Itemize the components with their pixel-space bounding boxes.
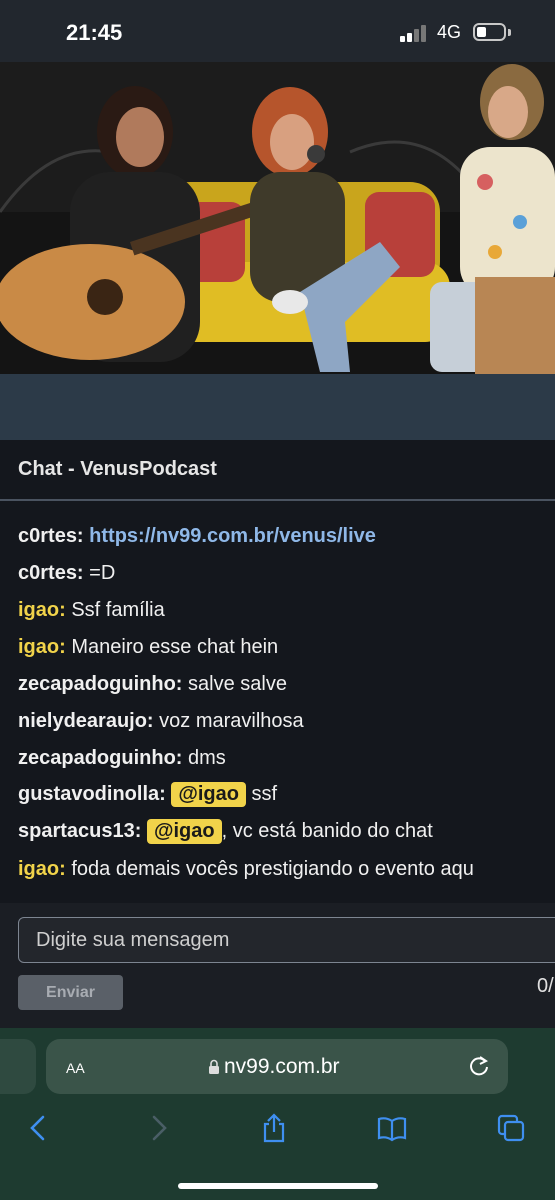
chat-message: c0rtes: =D bbox=[18, 562, 115, 585]
chat-message: spartacus13: @igao, vc está banido do ch… bbox=[18, 819, 433, 844]
forward-icon[interactable] bbox=[143, 1113, 173, 1143]
chat-text: foda demais vocês prestigiando o evento … bbox=[71, 858, 474, 880]
chat-message: nielydearaujo: voz maravilhosa bbox=[18, 710, 304, 733]
chat-message: igao: Maneiro esse chat hein bbox=[18, 636, 278, 659]
home-indicator bbox=[178, 1183, 378, 1189]
chat-mention[interactable]: @igao bbox=[171, 782, 246, 807]
chat-text: Ssf família bbox=[71, 599, 165, 621]
chat-text: Maneiro esse chat hein bbox=[71, 636, 279, 658]
share-icon[interactable] bbox=[259, 1113, 289, 1143]
chat-username[interactable]: gustavodinolla: bbox=[18, 783, 166, 805]
previous-tab[interactable] bbox=[0, 1039, 36, 1094]
char-counter: 0/ bbox=[537, 975, 554, 997]
chat-text: salve salve bbox=[188, 673, 287, 695]
chat-text: =D bbox=[89, 562, 116, 584]
chat-username[interactable]: zecapadoguinho: bbox=[18, 673, 182, 695]
chat-username[interactable]: c0rtes: bbox=[18, 525, 84, 547]
chat-text: voz maravilhosa bbox=[159, 710, 304, 732]
message-input[interactable] bbox=[18, 917, 555, 963]
tabs-icon[interactable] bbox=[496, 1113, 526, 1143]
send-button[interactable]: Enviar bbox=[18, 975, 123, 1010]
bookmarks-icon[interactable] bbox=[377, 1113, 407, 1143]
chat-username[interactable]: igao: bbox=[18, 636, 66, 658]
live-video[interactable] bbox=[0, 62, 555, 374]
chat-username[interactable]: igao: bbox=[18, 858, 66, 880]
chat-username[interactable]: zecapadoguinho: bbox=[18, 747, 182, 769]
chat-username[interactable]: nielydearaujo: bbox=[18, 710, 154, 732]
reload-icon[interactable] bbox=[468, 1055, 490, 1077]
battery-tip bbox=[508, 29, 511, 36]
chat-message: c0rtes: https://nv99.com.br/venus/live bbox=[18, 525, 376, 548]
chat-message: igao: Ssf família bbox=[18, 599, 165, 622]
video-controls-area bbox=[0, 374, 555, 440]
status-time: 21:45 bbox=[66, 20, 123, 45]
battery-icon bbox=[473, 23, 506, 41]
back-icon[interactable] bbox=[24, 1113, 54, 1143]
lock-icon bbox=[209, 1059, 219, 1074]
chat-text: , vc está banido do chat bbox=[221, 820, 433, 842]
chat-message: gustavodinolla: @igao ssf bbox=[18, 782, 277, 807]
chat-text: dms bbox=[188, 747, 226, 769]
chat-message: zecapadoguinho: dms bbox=[18, 747, 226, 770]
reader-settings-button[interactable]: AA bbox=[66, 1056, 85, 1079]
chat-message: zecapadoguinho: salve salve bbox=[18, 673, 287, 696]
chat-link[interactable]: https://nv99.com.br/venus/live bbox=[89, 525, 376, 547]
chat-username[interactable]: igao: bbox=[18, 599, 66, 621]
chat-divider bbox=[0, 499, 555, 501]
chat-message: igao: foda demais vocês prestigiando o e… bbox=[18, 858, 474, 881]
chat-text: ssf bbox=[251, 783, 278, 805]
chat-username[interactable]: c0rtes: bbox=[18, 562, 84, 584]
chat-username[interactable]: spartacus13: bbox=[18, 820, 141, 842]
chat-title: Chat - VenusPodcast bbox=[18, 458, 217, 480]
url-text[interactable]: nv99.com.br bbox=[224, 1055, 340, 1079]
video-frame bbox=[0, 62, 555, 374]
network-type: 4G bbox=[437, 22, 462, 42]
chat-mention[interactable]: @igao bbox=[146, 819, 222, 844]
signal-icon bbox=[400, 24, 428, 42]
